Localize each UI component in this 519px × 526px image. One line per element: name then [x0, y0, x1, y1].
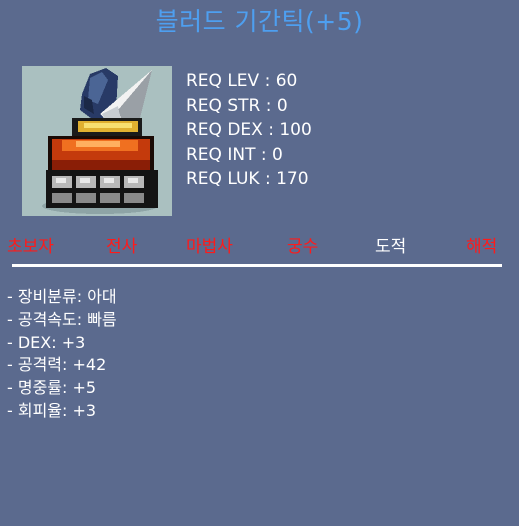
- req-int: REQ INT : 0: [186, 144, 283, 165]
- blood-gigantic-knuckle-icon: [22, 66, 172, 216]
- req-level: REQ LEV : 60: [186, 71, 298, 91]
- divider: [12, 264, 502, 267]
- job-beginner: 초보자: [7, 237, 54, 257]
- job-thief: 도적: [375, 237, 407, 257]
- stat-category: - 장비분류: 아대: [7, 287, 117, 306]
- req-dex: REQ DEX : 100: [186, 120, 312, 141]
- job-magician: 마법사: [186, 237, 233, 257]
- requirements-list: REQ LEV : 60 REQ STR : 0 REQ DEX : 100 R…: [186, 69, 312, 192]
- job-warrior: 전사: [106, 237, 138, 257]
- job-bowman: 궁수: [287, 237, 319, 257]
- req-str: REQ STR : 0: [186, 95, 288, 116]
- req-luk: REQ LUK : 170: [186, 169, 309, 190]
- item-title: 블러드 기간틱(+5): [155, 7, 364, 36]
- stat-avoidability: - 회피율: +3: [7, 400, 97, 420]
- stats-list: - 장비분류: 아대 - 공격속도: 빠름 - DEX: +3 - 공격력: +…: [7, 286, 117, 423]
- stat-dex: - DEX: +3: [7, 332, 86, 352]
- stat-attack-speed: - 공격속도: 빠름: [7, 309, 117, 329]
- item-image: [22, 66, 172, 216]
- job-pirate: 해적: [466, 237, 498, 257]
- stat-accuracy: - 명중률: +5: [7, 378, 97, 398]
- job-list: 초보자 전사 마법사 궁수 도적 해적: [0, 232, 519, 257]
- stat-attack: - 공격력: +42: [7, 355, 107, 375]
